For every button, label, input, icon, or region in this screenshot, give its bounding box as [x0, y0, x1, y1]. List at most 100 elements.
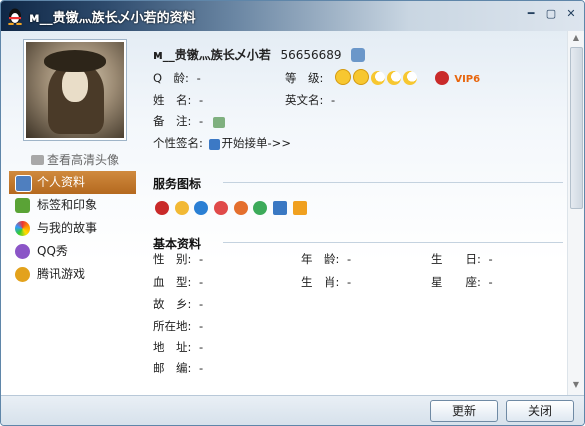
zodiac-animal-value: -	[347, 275, 352, 289]
rainbow-icon	[15, 221, 30, 236]
address-row: 地 址: -	[153, 339, 203, 355]
qqshow-icon	[15, 244, 30, 259]
qq-number: 56656689	[280, 48, 342, 62]
postcode-row: 邮 编: -	[153, 360, 203, 376]
sidebar-item-label: 与我的故事	[37, 221, 98, 235]
qq-penguin-icon	[8, 8, 22, 25]
window-title: м__贵镦灬族长乄小若的资料	[29, 11, 196, 26]
address-value: -	[199, 340, 204, 354]
vip-penguin-icon	[434, 71, 449, 85]
bottom-bar: 更新 关闭	[1, 395, 584, 425]
avatar[interactable]	[23, 39, 127, 141]
name-row: 姓 名: -	[153, 92, 203, 108]
scroll-down-icon[interactable]: ▼	[571, 381, 581, 389]
age-row: 年 龄: -	[301, 251, 351, 267]
q-age-label: Q 龄:	[153, 71, 189, 85]
scrollbar-thumb[interactable]	[570, 47, 583, 209]
service-icons-title: 服务图标	[153, 177, 202, 191]
sidebar-item-tags[interactable]: 标签和印象	[9, 194, 136, 217]
scroll-up-icon[interactable]: ▲	[571, 34, 581, 42]
postcode-label: 邮 编:	[153, 361, 192, 375]
remark-row: 备 注: -	[153, 113, 227, 129]
moon-icon	[403, 71, 418, 85]
constellation-row: 星 座: -	[431, 274, 493, 290]
phone-icon[interactable]	[272, 201, 287, 215]
nickname: м__贵镦灬族长乄小若	[153, 48, 271, 62]
profile-card-icon	[15, 175, 32, 192]
hometown-value: -	[199, 297, 204, 311]
zodiac-animal-label: 生 肖:	[301, 275, 340, 289]
english-name-value: -	[331, 93, 336, 107]
vip-badge[interactable]: VIP6	[454, 74, 480, 85]
signature-row: 个性签名: 开始接单->>	[153, 135, 291, 151]
sun-icon	[353, 69, 370, 85]
sidebar-item-qqshow[interactable]: QQ秀	[9, 240, 136, 263]
vertical-scrollbar[interactable]: ▲ ▼	[567, 31, 584, 395]
hd-avatar-link[interactable]: 查看高清头像	[31, 151, 119, 168]
heart-icon[interactable]	[213, 201, 228, 215]
service-icons-row	[155, 201, 309, 215]
tag-icon	[15, 198, 30, 213]
close-window-button[interactable]: ✕	[563, 7, 579, 21]
moon-icon	[371, 71, 386, 85]
contact-card-icon[interactable]	[351, 48, 366, 62]
sidebar-item-story[interactable]: 与我的故事	[9, 217, 136, 240]
constellation-label: 星 座:	[431, 275, 481, 289]
sidebar-nav: 个人资料 标签和印象 与我的故事 QQ秀 腾讯游戏	[9, 171, 136, 286]
maximize-button[interactable]: ▢	[543, 7, 559, 21]
blood-type-row: 血 型: -	[153, 274, 203, 290]
gender-label: 性 别:	[153, 252, 192, 266]
qq-plus-icon[interactable]	[194, 201, 209, 215]
minimize-button[interactable]: ━	[523, 7, 539, 21]
level-row: 等 级: VIP6	[285, 69, 480, 86]
game-icon	[15, 267, 30, 282]
smiley-icon[interactable]	[174, 201, 189, 215]
service-icons-section: 服务图标	[153, 175, 563, 192]
hometown-label: 故 乡:	[153, 297, 192, 311]
gender-value: -	[199, 252, 204, 266]
sun-icon	[335, 69, 352, 85]
heart-icon-2[interactable]	[233, 201, 248, 215]
edit-remark-icon[interactable]	[212, 117, 225, 128]
signature-icon	[208, 139, 220, 150]
hometown-row: 故 乡: -	[153, 296, 203, 312]
qq-penguin-icon[interactable]	[155, 201, 169, 215]
remark-label: 备 注:	[153, 114, 192, 128]
blood-type-value: -	[199, 275, 204, 289]
sidebar-item-label: 腾讯游戏	[37, 267, 86, 281]
refresh-button[interactable]: 更新	[430, 400, 498, 422]
sidebar-item-label: 个人资料	[37, 175, 86, 189]
sidebar: 查看高清头像 个人资料 标签和印象 与我的故事 QQ秀 腾讯游戏	[1, 31, 139, 395]
remark-value: -	[199, 114, 204, 128]
constellation-value: -	[488, 275, 493, 289]
book-icon[interactable]	[292, 201, 307, 215]
address-label: 地 址:	[153, 340, 192, 354]
age-label: 年 龄:	[301, 252, 340, 266]
close-button[interactable]: 关闭	[506, 400, 574, 422]
location-value: -	[199, 319, 204, 333]
sidebar-item-profile[interactable]: 个人资料	[9, 171, 136, 194]
q-age-value: -	[196, 71, 201, 85]
title-bar[interactable]: м__贵镦灬族长乄小若的资料 ━ ▢ ✕	[1, 1, 584, 31]
level-icons[interactable]	[335, 69, 423, 85]
diamond-icon[interactable]	[253, 201, 268, 215]
basic-info-title: 基本资料	[153, 237, 202, 251]
camera-icon	[31, 155, 44, 165]
level-label: 等 级:	[285, 71, 324, 85]
profile-window: м__贵镦灬族长乄小若的资料 ━ ▢ ✕ 查看高清头像 个人资料 标签和印象 与…	[0, 0, 585, 426]
birthday-label: 生 日:	[431, 252, 481, 266]
basic-info-section: 基本资料	[153, 235, 563, 252]
birthday-value: -	[488, 252, 493, 266]
avatar-photo	[26, 42, 124, 138]
nickname-row: м__贵镦灬族长乄小若 56656689	[153, 46, 367, 63]
zodiac-animal-row: 生 肖: -	[301, 274, 351, 290]
location-label: 所在地:	[153, 319, 192, 333]
english-name-label: 英文名:	[285, 93, 324, 107]
location-row: 所在地: -	[153, 318, 203, 334]
sidebar-item-games[interactable]: 腾讯游戏	[9, 263, 136, 286]
gender-row: 性 别: -	[153, 251, 203, 267]
sidebar-item-label: QQ秀	[37, 244, 68, 258]
blood-type-label: 血 型:	[153, 275, 192, 289]
moon-icon	[387, 71, 402, 85]
signature-value: 开始接单->>	[221, 136, 291, 150]
